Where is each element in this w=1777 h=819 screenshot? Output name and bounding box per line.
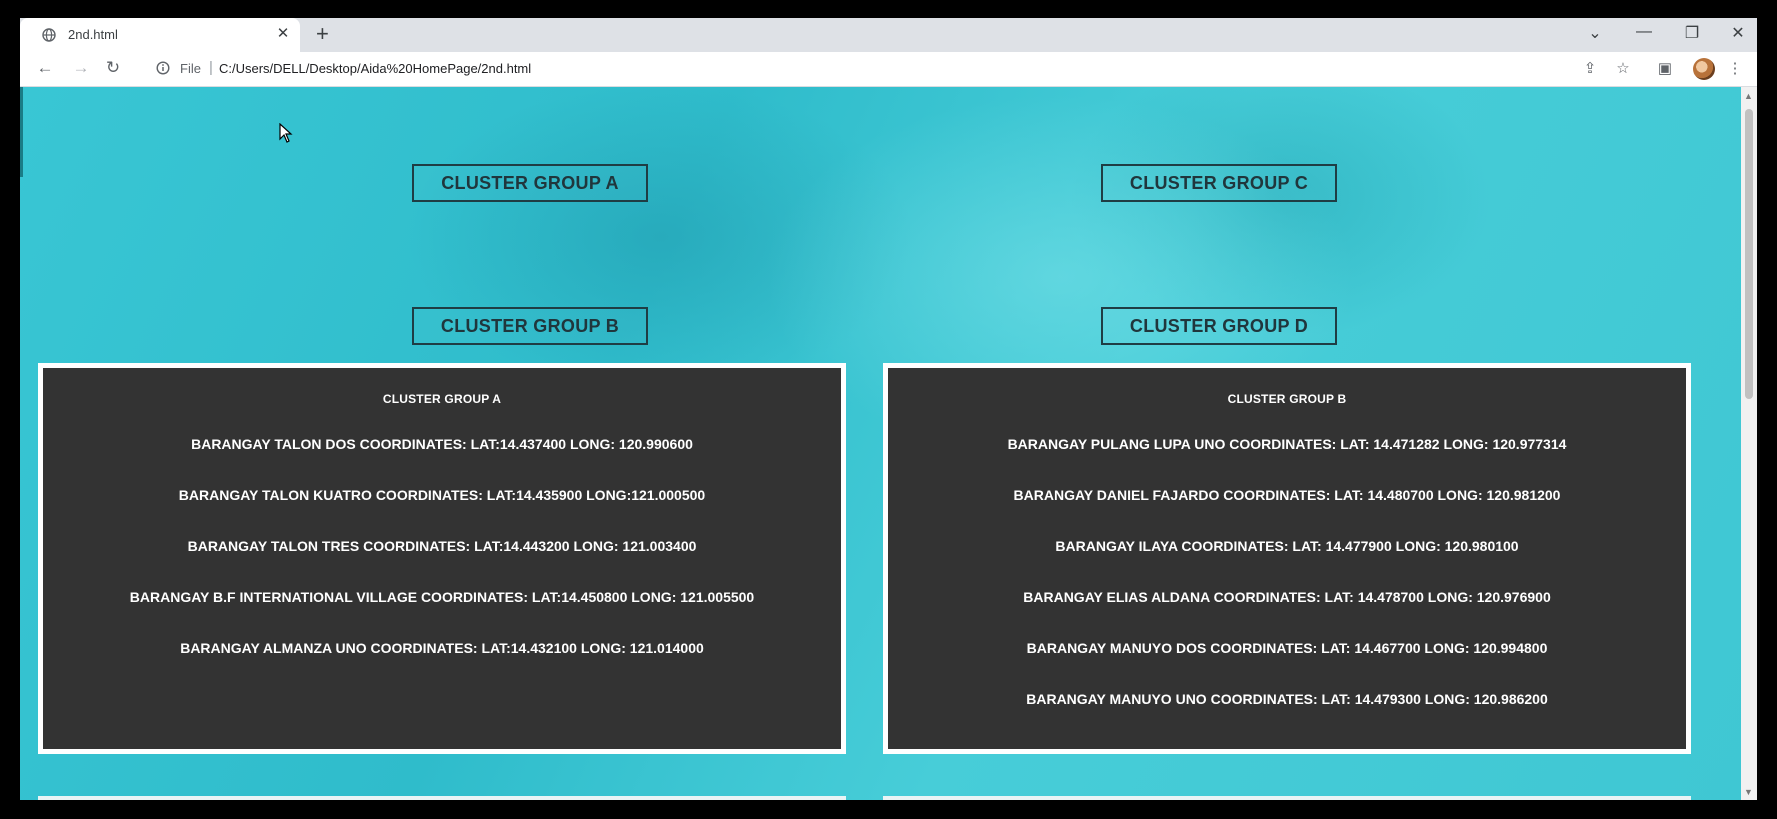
- scroll-down-arrow-icon[interactable]: ▼: [1744, 787, 1753, 797]
- scroll-up-arrow-icon[interactable]: ▲: [1744, 91, 1753, 101]
- scrollbar-thumb[interactable]: [1745, 109, 1753, 399]
- coordinate-entry: BARANGAY ALMANZA UNO COORDINATES: LAT:14…: [180, 640, 704, 656]
- tab-strip: 2nd.html ✕ + ⌄ — ❐ ✕: [20, 18, 1757, 52]
- back-button[interactable]: ←: [34, 58, 56, 78]
- coordinate-entry: BARANGAY TALON DOS COORDINATES: LAT:14.4…: [191, 436, 693, 452]
- address-separator: |: [209, 59, 213, 76]
- coordinate-entry: BARANGAY PULANG LUPA UNO COORDINATES: LA…: [1007, 436, 1567, 452]
- minimize-button[interactable]: —: [1632, 23, 1656, 41]
- scheme-label: File: [180, 61, 201, 76]
- cluster-group-a-panel: CLUSTER GROUP A BARANGAY TALON DOS COORD…: [38, 363, 846, 754]
- next-panel-edge: [883, 796, 1691, 800]
- cluster-group-d-button[interactable]: CLUSTER GROUP D: [1101, 307, 1337, 345]
- cluster-group-b-panel: CLUSTER GROUP B BARANGAY PULANG LUPA UNO…: [883, 363, 1691, 754]
- profile-avatar[interactable]: [1693, 58, 1715, 80]
- browser-toolbar: ← → ↻ File | C:/Users/DELL/Desktop/Aida%…: [20, 52, 1757, 87]
- next-panel-edge: [38, 796, 846, 800]
- reload-button[interactable]: ↻: [102, 58, 124, 78]
- browser-window: 2nd.html ✕ + ⌄ — ❐ ✕ ← → ↻ File | C:/Use…: [20, 18, 1757, 800]
- page-left-edge: [20, 87, 23, 177]
- restore-button[interactable]: ❐: [1680, 23, 1704, 43]
- globe-icon: [42, 28, 56, 42]
- side-panel-icon[interactable]: ▣: [1654, 59, 1676, 77]
- coordinate-entry: BARANGAY ILAYA COORDINATES: LAT: 14.4779…: [1055, 538, 1519, 554]
- menu-icon[interactable]: ⋮: [1724, 59, 1746, 77]
- panel-title: CLUSTER GROUP A: [382, 392, 502, 406]
- tab-2nd-html[interactable]: 2nd.html ✕: [20, 18, 300, 52]
- cluster-group-c-button[interactable]: CLUSTER GROUP C: [1101, 164, 1337, 202]
- forward-button[interactable]: →: [70, 58, 92, 78]
- tab-search-icon[interactable]: ⌄: [1583, 23, 1607, 43]
- coordinate-entry: BARANGAY B.F INTERNATIONAL VILLAGE COORD…: [129, 589, 755, 605]
- coordinate-entry: BARANGAY MANUYO UNO COORDINATES: LAT: 14…: [1026, 691, 1548, 707]
- share-icon[interactable]: ⇪: [1579, 59, 1601, 77]
- coordinate-entry: BARANGAY DANIEL FAJARDO COORDINATES: LAT…: [1013, 487, 1561, 503]
- bookmark-star-icon[interactable]: ☆: [1612, 59, 1634, 77]
- url-text[interactable]: C:/Users/DELL/Desktop/Aida%20HomePage/2n…: [219, 61, 531, 76]
- cluster-group-a-button[interactable]: CLUSTER GROUP A: [412, 164, 648, 202]
- page-scrollbar[interactable]: ▲ ▼: [1741, 87, 1757, 800]
- info-icon[interactable]: [156, 61, 170, 75]
- cluster-group-b-button[interactable]: CLUSTER GROUP B: [412, 307, 648, 345]
- coordinate-entry: BARANGAY TALON TRES COORDINATES: LAT:14.…: [187, 538, 697, 554]
- new-tab-button[interactable]: +: [316, 21, 329, 47]
- coordinate-entry: BARANGAY TALON KUATRO COORDINATES: LAT:1…: [178, 487, 706, 503]
- tab-title: 2nd.html: [68, 27, 118, 42]
- coordinate-entry: BARANGAY MANUYO DOS COORDINATES: LAT: 14…: [1026, 640, 1548, 656]
- coordinate-entry: BARANGAY ELIAS ALDANA COORDINATES: LAT: …: [1023, 589, 1551, 605]
- panel-title: CLUSTER GROUP B: [1227, 392, 1347, 406]
- tab-close-icon[interactable]: ✕: [273, 24, 293, 42]
- address-bar[interactable]: File | C:/Users/DELL/Desktop/Aida%20Home…: [144, 55, 1574, 83]
- mouse-cursor-icon: [279, 123, 293, 143]
- close-window-button[interactable]: ✕: [1726, 23, 1750, 43]
